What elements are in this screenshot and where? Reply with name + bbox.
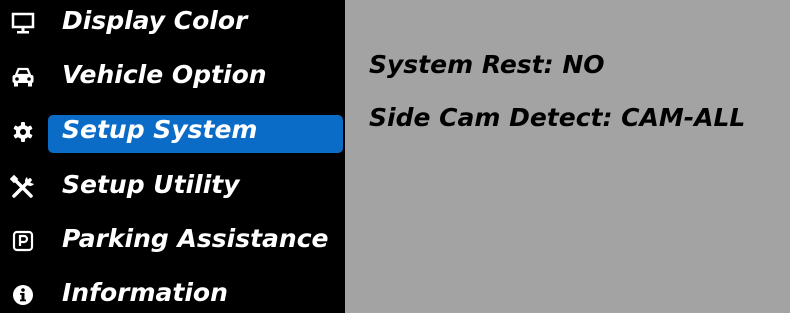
- sidebar-menu: Display Color Vehicle Option Setup Syste…: [0, 0, 345, 313]
- system-reset-setting[interactable]: System Rest: NO: [369, 50, 605, 79]
- menu-label-setup-system: Setup System: [62, 114, 258, 144]
- menu-item-vehicle-option[interactable]: Vehicle Option: [0, 48, 345, 100]
- menu-label-setup-utility: Setup Utility: [62, 169, 240, 199]
- setup-screen: Display Color Vehicle Option Setup Syste…: [0, 0, 790, 313]
- side-cam-detect-setting[interactable]: Side Cam Detect: CAM-ALL: [369, 103, 745, 132]
- settings-panel: System Rest: NO Side Cam Detect: CAM-ALL: [345, 0, 790, 313]
- menu-item-information[interactable]: Information: [0, 266, 345, 313]
- monitor-icon: [10, 10, 36, 36]
- menu-label-vehicle-option: Vehicle Option: [62, 59, 267, 89]
- tools-icon: [10, 174, 36, 200]
- info-icon: [10, 282, 36, 308]
- parking-icon: [10, 228, 36, 254]
- menu-item-parking-assistance[interactable]: Parking Assistance: [0, 212, 345, 264]
- menu-item-setup-system[interactable]: Setup System: [0, 103, 345, 155]
- car-icon: [10, 64, 36, 90]
- menu-label-information: Information: [62, 277, 228, 307]
- gear-icon: [10, 119, 36, 145]
- menu-item-display-color[interactable]: Display Color: [0, 0, 345, 46]
- menu-label-display-color: Display Color: [62, 5, 248, 35]
- menu-label-parking-assistance: Parking Assistance: [62, 223, 329, 253]
- menu-item-setup-utility[interactable]: Setup Utility: [0, 158, 345, 210]
